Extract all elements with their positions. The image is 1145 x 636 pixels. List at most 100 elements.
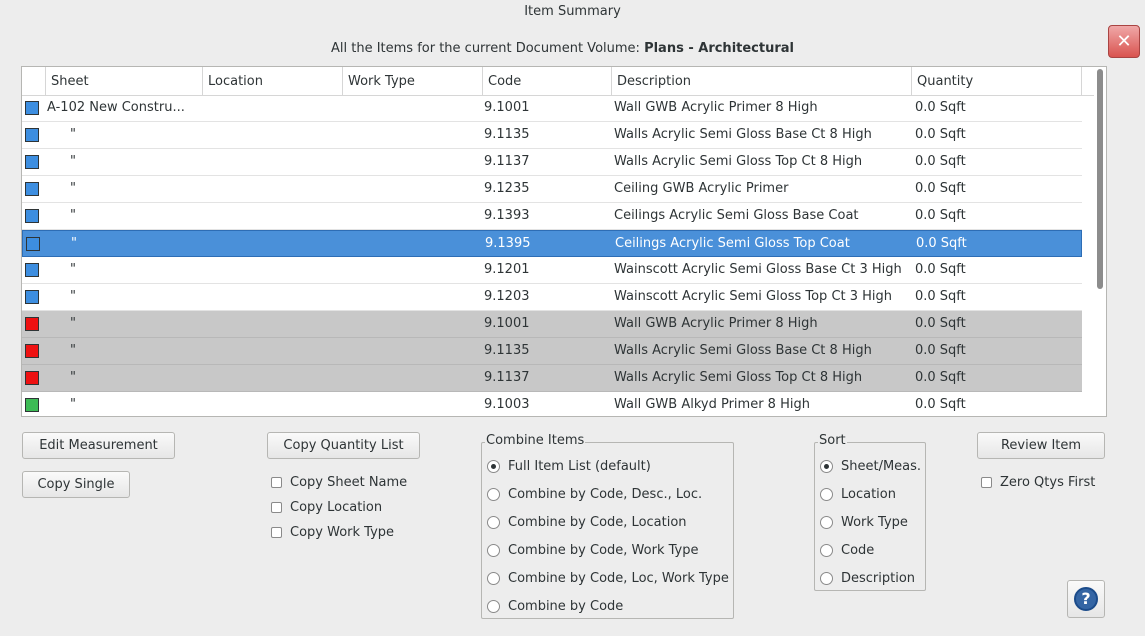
- cell-worktype: [349, 231, 484, 257]
- cell-code: 9.1003: [484, 397, 530, 412]
- cell-code: 9.1137: [484, 370, 530, 385]
- document-volume-heading: All the Items for the current Document V…: [0, 41, 1125, 56]
- radio-button[interactable]: [487, 600, 500, 613]
- scrollbar-thumb[interactable]: [1097, 69, 1103, 289]
- cell-location: [208, 203, 343, 229]
- table-row[interactable]: " 9.1203 Wainscott Acrylic Semi Gloss Top …: [22, 284, 1082, 311]
- cell-description: Ceiling GWB Acrylic Primer: [614, 181, 789, 196]
- combine-items-title: Combine Items: [485, 433, 586, 448]
- radio-button[interactable]: [820, 460, 833, 473]
- cell-description: Wainscott Acrylic Semi Gloss Top Ct 3 Hi…: [614, 289, 893, 304]
- checkbox-label: Copy Sheet Name: [290, 475, 408, 490]
- cell-worktype: [348, 203, 483, 229]
- cell-quantity: 0.0 Sqft: [915, 127, 966, 142]
- radio-button[interactable]: [820, 488, 833, 501]
- cell-location: [208, 338, 343, 364]
- radio-button[interactable]: [487, 488, 500, 501]
- cell-location: [208, 176, 343, 202]
- cell-sheet: ": [70, 208, 76, 223]
- checkbox-box[interactable]: [271, 527, 282, 538]
- cell-code: 9.1137: [484, 154, 530, 169]
- edit-measurement-button[interactable]: Edit Measurement: [22, 432, 175, 459]
- cell-quantity: 0.0 Sqft: [915, 208, 966, 223]
- radio-button[interactable]: [487, 572, 500, 585]
- cell-description: Wall GWB Acrylic Primer 8 High: [614, 316, 818, 331]
- cell-sheet: ": [71, 236, 77, 251]
- help-button[interactable]: ?: [1067, 580, 1105, 618]
- radio-button[interactable]: [487, 460, 500, 473]
- checkbox-box[interactable]: [271, 502, 282, 513]
- cell-quantity: 0.0 Sqft: [915, 289, 966, 304]
- cell-code: 9.1393: [484, 208, 530, 223]
- cell-worktype: [348, 311, 483, 337]
- copy-quantity-list-button[interactable]: Copy Quantity List: [267, 432, 420, 459]
- radio-button[interactable]: [487, 544, 500, 557]
- radio-label: Combine by Code: [508, 599, 624, 614]
- checkbox-box[interactable]: [981, 477, 992, 488]
- table-row[interactable]: " 9.1135 Walls Acrylic Semi Gloss Base Ct …: [22, 122, 1082, 149]
- radio-button[interactable]: [487, 516, 500, 529]
- table-row[interactable]: " 9.1137 Walls Acrylic Semi Gloss Top Ct 8…: [22, 365, 1082, 392]
- radio-label: Location: [841, 487, 896, 502]
- cell-sheet: ": [70, 127, 76, 142]
- color-swatch: [25, 155, 39, 169]
- cell-sheet: ": [70, 397, 76, 412]
- checkbox-box[interactable]: [271, 477, 282, 488]
- sort-group: Sort Sheet/Meas. Location Work Type Code…: [814, 433, 926, 591]
- table-row[interactable]: " 9.1395 Ceilings Acrylic Semi Gloss Top C…: [22, 230, 1082, 257]
- cell-code: 9.1001: [484, 316, 530, 331]
- column-header-description[interactable]: Description: [612, 67, 912, 95]
- cell-description: Walls Acrylic Semi Gloss Base Ct 8 High: [614, 343, 872, 358]
- checkbox-label: Copy Work Type: [290, 525, 395, 540]
- cell-location: [209, 231, 344, 257]
- window-title: Item Summary: [524, 4, 621, 19]
- radio-button[interactable]: [820, 572, 833, 585]
- column-header-sheet[interactable]: Sheet: [46, 67, 203, 95]
- cell-sheet: ": [70, 154, 76, 169]
- cell-description: Wall GWB Acrylic Primer 8 High: [614, 100, 818, 115]
- cell-description: Walls Acrylic Semi Gloss Base Ct 8 High: [614, 127, 872, 142]
- cell-location: [208, 122, 343, 148]
- vertical-scrollbar[interactable]: [1094, 67, 1106, 416]
- color-swatch: [25, 317, 39, 331]
- radio-button[interactable]: [820, 516, 833, 529]
- cell-worktype: [348, 95, 483, 121]
- table-row[interactable]: " 9.1135 Walls Acrylic Semi Gloss Base Ct …: [22, 338, 1082, 365]
- cell-code: 9.1203: [484, 289, 530, 304]
- cell-worktype: [348, 149, 483, 175]
- cell-sheet: ": [70, 370, 76, 385]
- cell-quantity: 0.0 Sqft: [915, 100, 966, 115]
- column-header-work-type[interactable]: Work Type: [343, 67, 483, 95]
- table-header: Sheet Location Work Type Code Descriptio…: [22, 67, 1094, 96]
- review-item-button[interactable]: Review Item: [977, 432, 1105, 459]
- table-row[interactable]: " 9.1137 Walls Acrylic Semi Gloss Top Ct 8…: [22, 149, 1082, 176]
- table-row[interactable]: " 9.1393 Ceilings Acrylic Semi Gloss Base …: [22, 203, 1082, 230]
- cell-worktype: [348, 122, 483, 148]
- heading-prefix: All the Items for the current Document V…: [330, 41, 640, 56]
- cell-quantity: 0.0 Sqft: [916, 236, 967, 251]
- column-header-quantity[interactable]: Quantity: [912, 67, 1082, 95]
- color-swatch: [25, 263, 39, 277]
- cell-quantity: 0.0 Sqft: [915, 154, 966, 169]
- cell-location: [208, 392, 343, 416]
- cell-sheet: ": [70, 316, 76, 331]
- cell-code: 9.1201: [484, 262, 530, 277]
- cell-sheet: ": [70, 262, 76, 277]
- column-header-location[interactable]: Location: [203, 67, 343, 95]
- checkbox-label: Copy Location: [290, 500, 383, 515]
- color-swatch: [25, 344, 39, 358]
- copy-single-button[interactable]: Copy Single: [22, 471, 130, 498]
- column-header-code[interactable]: Code: [483, 67, 612, 95]
- color-swatch: [25, 101, 39, 115]
- cell-code: 9.1235: [484, 181, 530, 196]
- cell-sheet: ": [70, 181, 76, 196]
- table-row[interactable]: " 9.1235 Ceiling GWB Acrylic Primer 0.0 Sqf…: [22, 176, 1082, 203]
- table-row[interactable]: A-102 New Constru... 9.1001 Wall GWB Acryl…: [22, 95, 1082, 122]
- radio-label: Full Item List (default): [508, 459, 651, 474]
- table-row[interactable]: " 9.1003 Wall GWB Alkyd Primer 8 High 0.0 S…: [22, 392, 1082, 416]
- checkbox-label: Zero Qtys First: [1000, 475, 1096, 490]
- table-row[interactable]: " 9.1001 Wall GWB Acrylic Primer 8 High 0.0…: [22, 311, 1082, 338]
- radio-button[interactable]: [820, 544, 833, 557]
- table-row[interactable]: " 9.1201 Wainscott Acrylic Semi Gloss Base…: [22, 257, 1082, 284]
- cell-quantity: 0.0 Sqft: [915, 370, 966, 385]
